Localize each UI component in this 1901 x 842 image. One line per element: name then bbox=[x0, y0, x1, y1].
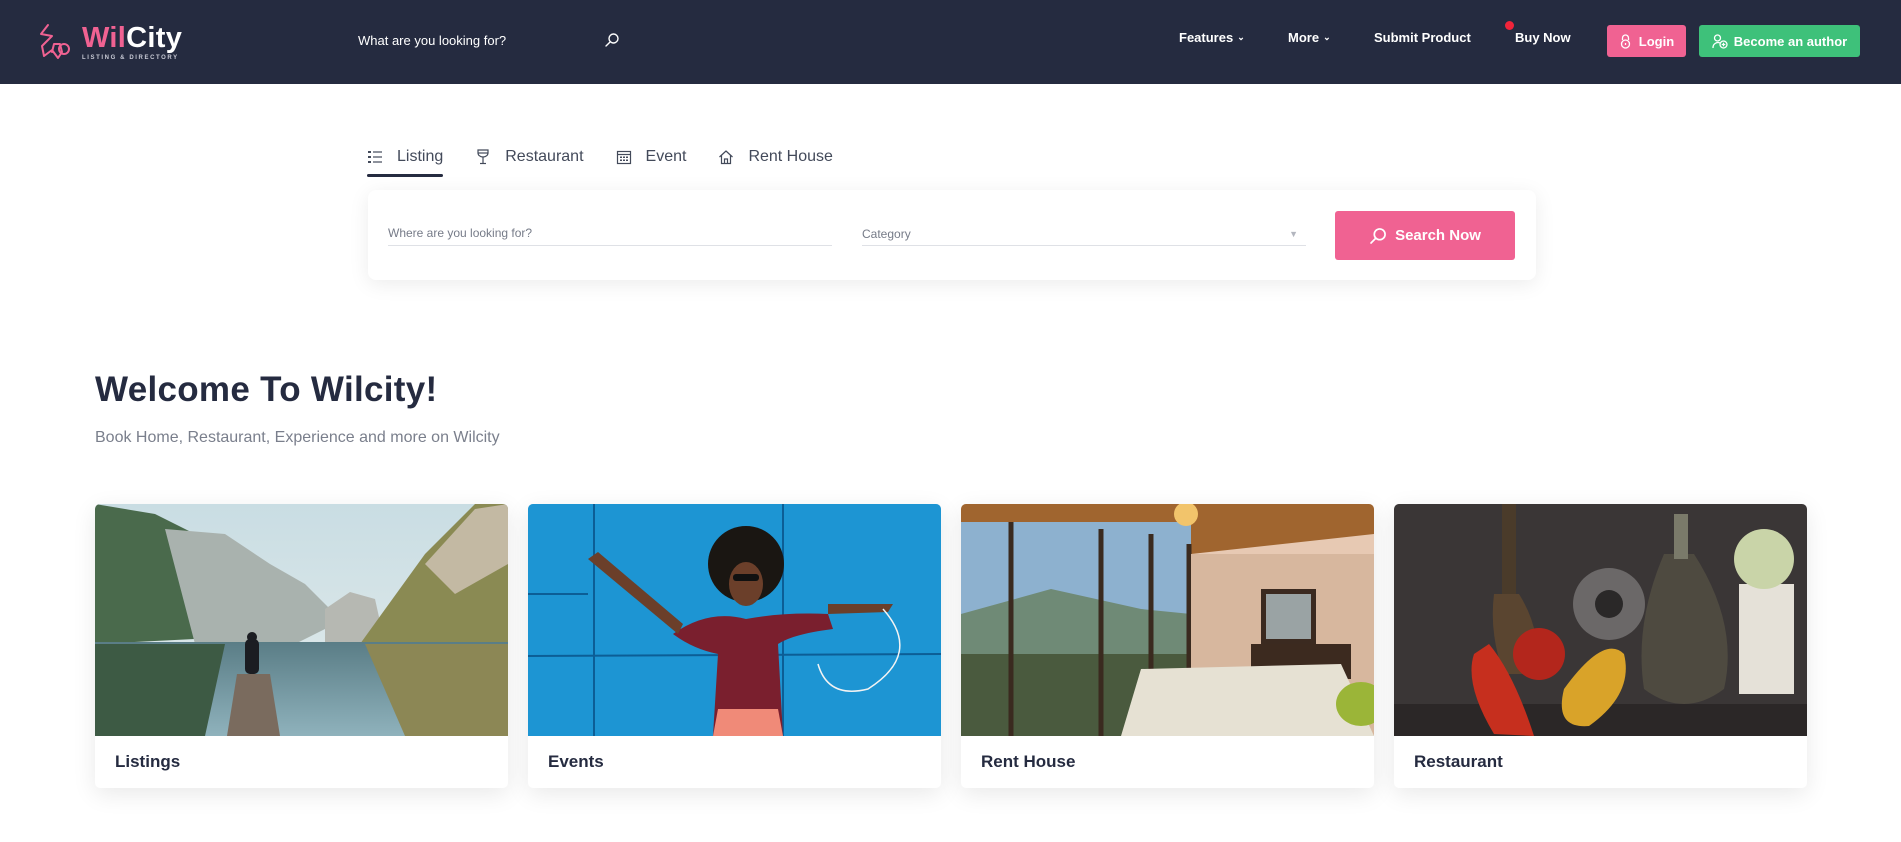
tab-restaurant[interactable]: Restaurant bbox=[475, 143, 584, 171]
user-plus-icon bbox=[1712, 33, 1728, 49]
tab-rent-house[interactable]: Rent House bbox=[718, 143, 833, 171]
search-now-label: Search Now bbox=[1395, 227, 1481, 244]
lock-icon bbox=[1620, 33, 1630, 49]
category-select-value: Category bbox=[862, 226, 911, 241]
still-life-photo bbox=[1394, 504, 1807, 736]
logo-name: WilCity bbox=[82, 23, 182, 53]
nav-more-label: More bbox=[1288, 30, 1320, 45]
chevron-down-icon: ⌄ bbox=[1323, 32, 1331, 42]
wine-glass-icon bbox=[477, 149, 489, 165]
search-icon bbox=[1370, 227, 1386, 244]
logo-icon bbox=[40, 24, 70, 59]
category-card-events[interactable]: Events bbox=[528, 504, 941, 788]
logo-tagline: LISTING & DIRECTORY bbox=[82, 55, 179, 61]
notification-dot bbox=[1505, 21, 1514, 30]
page-subtitle: Book Home, Restaurant, Experience and mo… bbox=[95, 429, 500, 446]
category-card-title: Rent House bbox=[981, 752, 1076, 771]
search-now-button[interactable]: Search Now bbox=[1335, 211, 1515, 260]
search-form: Category ▼ Search Now bbox=[368, 190, 1536, 280]
category-card-listings[interactable]: Listings bbox=[95, 504, 508, 788]
tab-event[interactable]: Event bbox=[616, 143, 687, 171]
dropdown-arrow-icon: ▼ bbox=[1289, 228, 1298, 239]
category-card-title: Restaurant bbox=[1414, 752, 1503, 771]
dancing-woman-photo bbox=[528, 504, 941, 736]
home-icon bbox=[719, 150, 734, 165]
logo[interactable]: WilCity LISTING & DIRECTORY bbox=[38, 20, 182, 64]
nav-submit-product-label: Submit Product bbox=[1374, 30, 1471, 45]
page-title: Welcome To Wilcity! bbox=[95, 370, 438, 409]
mountain-lake-photo bbox=[95, 504, 508, 736]
search-tabs: Listing Restaurant Event Rent House bbox=[367, 143, 865, 177]
header-search-input[interactable]: What are you looking for? bbox=[358, 33, 506, 48]
become-author-button[interactable]: Become an author bbox=[1699, 25, 1860, 57]
bedroom-photo bbox=[961, 504, 1374, 736]
category-card-title: Events bbox=[548, 752, 604, 771]
category-card-rent-house[interactable]: Rent House bbox=[961, 504, 1374, 788]
nav-more[interactable]: More ⌄ bbox=[1288, 30, 1331, 45]
nav-buy-now[interactable]: Buy Now bbox=[1515, 30, 1571, 45]
tab-event-label: Event bbox=[645, 148, 687, 165]
nav-features-label: Features bbox=[1179, 30, 1234, 45]
nav-buy-now-label: Buy Now bbox=[1515, 30, 1571, 45]
tab-listing-label: Listing bbox=[397, 148, 444, 165]
nav-submit-product[interactable]: Submit Product bbox=[1374, 30, 1471, 45]
calendar-icon bbox=[616, 150, 631, 165]
logo-name-part2: City bbox=[126, 22, 183, 54]
where-input[interactable] bbox=[388, 222, 832, 244]
category-cards: Listings Events Rent House Restaurant bbox=[95, 504, 1807, 788]
category-card-restaurant[interactable]: Restaurant bbox=[1394, 504, 1807, 788]
nav-features[interactable]: Features ⌄ bbox=[1179, 30, 1245, 45]
where-field[interactable] bbox=[388, 222, 832, 246]
category-card-title: Listings bbox=[115, 752, 181, 771]
login-button[interactable]: Login bbox=[1607, 25, 1686, 57]
search-icon[interactable] bbox=[604, 32, 620, 48]
tab-rent-house-label: Rent House bbox=[748, 148, 833, 165]
tab-listing[interactable]: Listing bbox=[367, 143, 444, 177]
tab-restaurant-label: Restaurant bbox=[505, 148, 584, 165]
top-navbar: WilCity LISTING & DIRECTORY What are you… bbox=[0, 0, 1901, 84]
logo-name-part1: Wil bbox=[82, 22, 127, 54]
login-button-label: Login bbox=[1638, 33, 1675, 49]
list-icon bbox=[368, 151, 382, 163]
header-search[interactable]: What are you looking for? bbox=[358, 27, 620, 53]
chevron-down-icon: ⌄ bbox=[1237, 32, 1245, 42]
category-select[interactable]: Category ▼ bbox=[862, 222, 1306, 246]
become-author-button-label: Become an author bbox=[1733, 33, 1848, 49]
